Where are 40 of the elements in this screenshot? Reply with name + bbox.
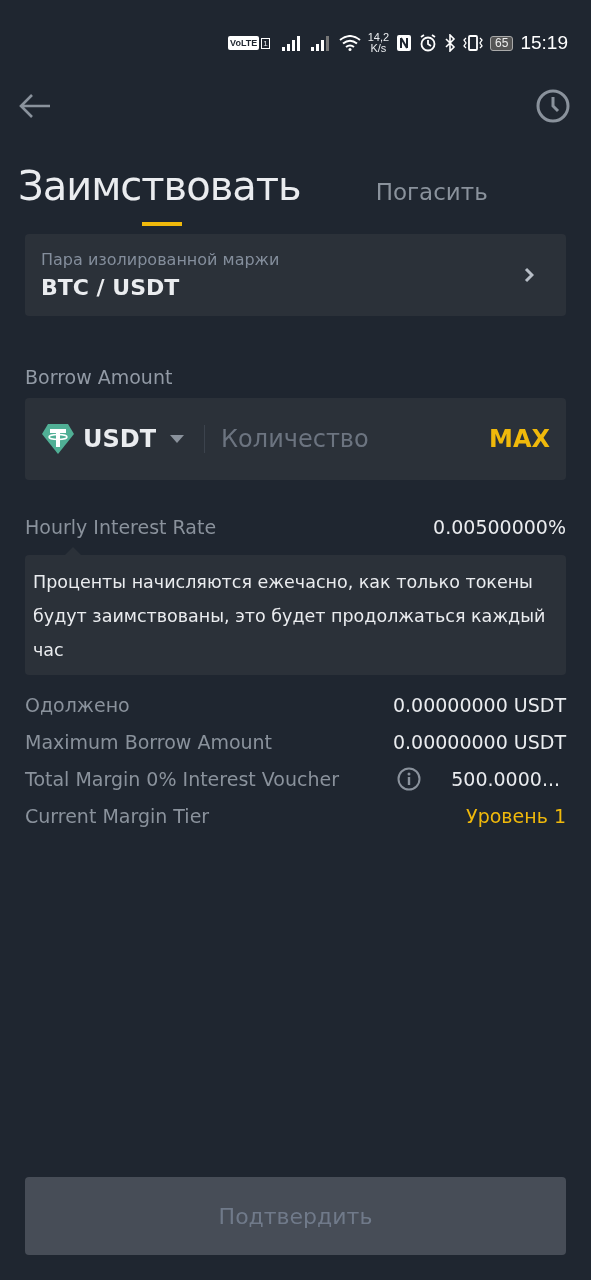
dropdown-caret-icon[interactable] <box>170 435 185 443</box>
row-value: 500.0000... <box>451 767 560 790</box>
pair-label: Пара изолированной маржи <box>41 250 280 269</box>
signal-icon <box>309 35 332 51</box>
borrow-amount-label: Borrow Amount <box>25 366 174 388</box>
speed-value: 14,2 <box>367 32 390 43</box>
speed-unit: K/s <box>370 43 387 54</box>
row-label: Hourly Interest Rate <box>25 515 218 538</box>
tooltip-text: Проценты начисляются ежечасно, как только токены будут заимствованы, это будет продолжаться каждый час <box>33 571 547 662</box>
signal-icon <box>280 35 303 51</box>
back-icon[interactable] <box>18 93 52 119</box>
row-value: 0.00000000 USDT <box>392 693 566 716</box>
chevron-right-icon <box>524 267 534 283</box>
history-icon[interactable] <box>536 89 570 123</box>
amount-field[interactable]: USDT Количество MAX <box>25 398 566 480</box>
coin-name[interactable]: USDT <box>83 425 157 453</box>
alarm-icon <box>419 34 438 52</box>
max-button[interactable]: MAX <box>489 425 550 453</box>
row-label: Current Margin Tier <box>25 804 211 827</box>
tab[interactable]: Погасить <box>375 178 488 208</box>
nfc-icon <box>396 34 413 52</box>
clock-time: 15:19 <box>520 32 568 54</box>
bluetooth-icon <box>444 34 457 52</box>
sim-badge: 1 <box>261 37 270 49</box>
battery-icon: 65 <box>490 35 514 51</box>
row-label: Maximum Borrow Amount <box>25 730 274 753</box>
pair-value: BTC / USDT <box>41 275 181 300</box>
pair-selector[interactable]: Пара изолированной маржи BTC / USDT <box>25 234 566 316</box>
volte-badge: VoLTE <box>228 36 260 50</box>
row-value: 0.00000000 USDT <box>392 730 566 753</box>
row-label: Одолжено <box>25 693 131 716</box>
info-icon[interactable] <box>397 766 422 791</box>
row-value: 0.00500000% <box>433 515 566 538</box>
tab[interactable]: Заимствовать <box>18 160 301 212</box>
vibrate-icon <box>463 34 484 52</box>
row-label: Total Margin 0% Interest Voucher <box>25 767 340 790</box>
coin-icon <box>41 422 75 456</box>
row-value: Уровень 1 <box>466 804 566 827</box>
wifi-icon <box>338 35 361 51</box>
tab-underline <box>142 222 182 226</box>
